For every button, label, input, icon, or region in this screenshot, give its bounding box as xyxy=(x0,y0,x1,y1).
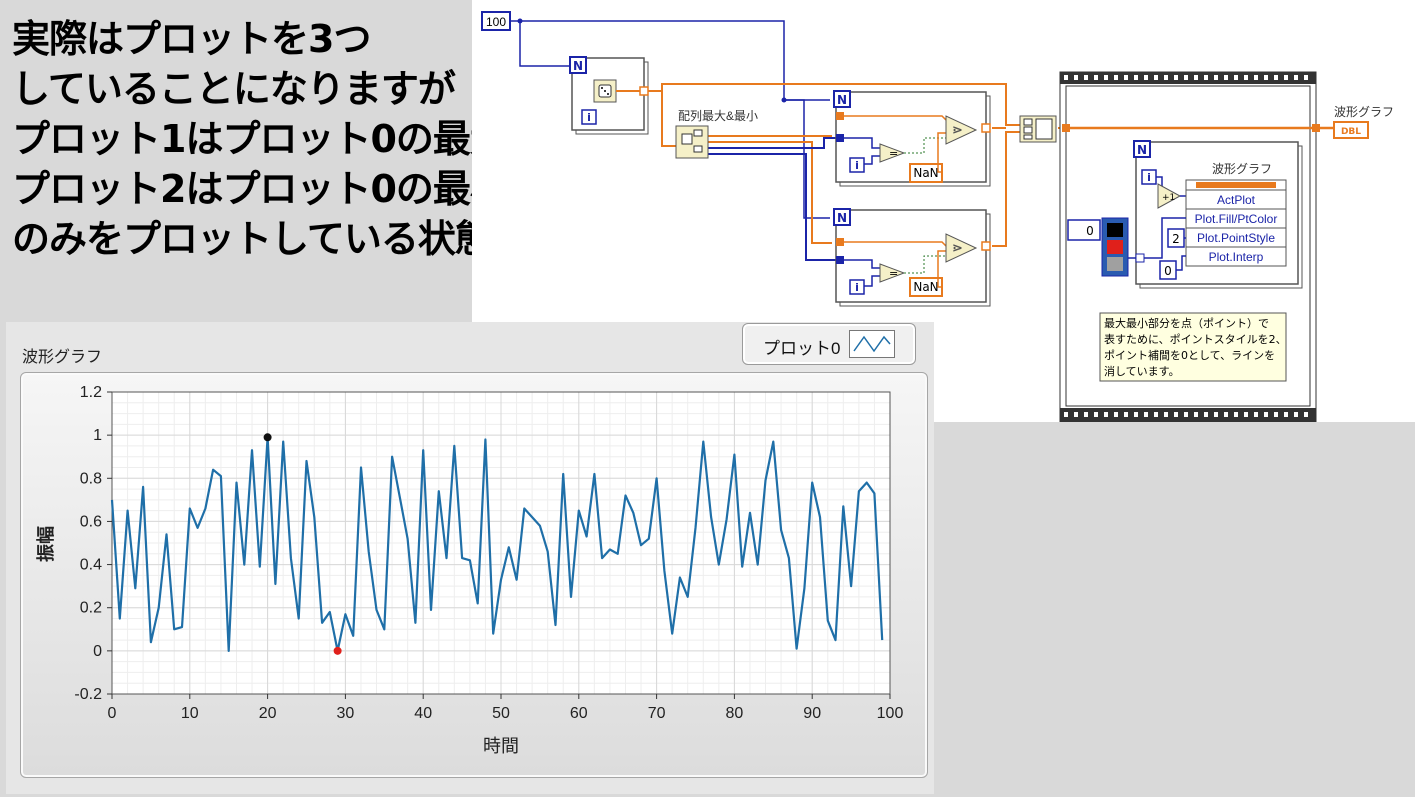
svg-text:i: i xyxy=(855,159,859,172)
svg-text:N: N xyxy=(837,93,847,107)
waveform-graph[interactable]: -0.2 0 0.2 0.4 0.6 0.8 1 1.2 0 10 20 30 40 50 60 70 80 9… xyxy=(20,372,926,776)
x-tick-label: 50 xyxy=(492,705,510,722)
property-interp: Plot.Interp xyxy=(1209,250,1264,264)
x-tick-label: 10 xyxy=(181,705,199,722)
svg-text:最大最小部分を点（ポイント）で: 最大最小部分を点（ポイント）で xyxy=(1104,316,1269,330)
point-min xyxy=(333,646,342,655)
svg-text:NaN: NaN xyxy=(913,166,938,180)
svg-text:+1: +1 xyxy=(1162,193,1175,203)
caption-line-3: プロット1はプロット0の最大 xyxy=(12,117,508,161)
x-ticks: 0 10 20 30 40 50 60 70 80 90 100 xyxy=(108,694,904,722)
svg-text:N: N xyxy=(837,211,847,225)
caption-text: 実際はプロットを3つ していることになりますが プロット1はプロット0の最大 プ… xyxy=(12,14,600,264)
svg-text:配列最大&最小: 配列最大&最小 xyxy=(678,109,758,123)
for-loop-min[interactable]: N i = NaN ⋗ xyxy=(833,208,991,307)
x-tick-label: 0 xyxy=(108,705,117,722)
svg-text:N: N xyxy=(1137,143,1147,157)
caption-line-2: していることになりますが xyxy=(12,67,456,111)
svg-text:i: i xyxy=(1147,171,1151,184)
y-tick-label: 0.2 xyxy=(80,600,102,617)
y-axis-label: 振幅 xyxy=(35,526,57,562)
comment-note: 最大最小部分を点（ポイント）で 表すために、ポイントスタイルを2、 ポイント補間… xyxy=(1099,312,1287,382)
for-loop-max[interactable]: N i = NaN ⋗ xyxy=(833,90,991,187)
point-max xyxy=(263,433,272,442)
svg-text:消しています。: 消しています。 xyxy=(1104,364,1180,378)
svg-text:=: = xyxy=(889,267,898,280)
legend-plot-name: プロット0 xyxy=(763,339,841,358)
x-tick-label: 80 xyxy=(726,705,744,722)
x-tick-label: 30 xyxy=(337,705,355,722)
svg-text:i: i xyxy=(587,111,591,124)
svg-text:波形グラフ: 波形グラフ xyxy=(1334,105,1394,119)
y-tick-label: 1.2 xyxy=(80,384,102,401)
caption-line-5: のみをプロットしている状態です。 xyxy=(12,217,600,261)
graph-label: 波形グラフ xyxy=(22,349,103,366)
y-tick-label: 0.8 xyxy=(80,470,102,487)
x-tick-label: 40 xyxy=(414,705,432,722)
x-axis-label: 時間 xyxy=(483,736,519,757)
svg-text:i: i xyxy=(855,281,859,294)
x-tick-label: 20 xyxy=(259,705,277,722)
for-loop-random[interactable]: N i xyxy=(569,56,649,135)
property-pointstyle: Plot.PointStyle xyxy=(1197,231,1275,245)
x-tick-label: 90 xyxy=(803,705,821,722)
svg-text:2: 2 xyxy=(1172,232,1180,246)
caption-line-1: 実際はプロットを3つ xyxy=(12,17,371,61)
y-tick-label: 0.4 xyxy=(80,557,102,574)
svg-text:ポイント補間を0として、ラインを: ポイント補間を0として、ラインを xyxy=(1104,349,1275,362)
svg-text:波形グラフ: 波形グラフ xyxy=(1212,162,1272,176)
svg-text:N: N xyxy=(573,59,583,73)
caption-line-4: プロット2はプロット0の最小 xyxy=(12,167,508,211)
legend-plot-swatch[interactable] xyxy=(849,330,895,358)
y-tick-label: 0.6 xyxy=(80,513,102,530)
svg-text:0: 0 xyxy=(1086,224,1094,238)
x-tick-label: 60 xyxy=(570,705,588,722)
x-tick-label: 70 xyxy=(648,705,666,722)
svg-text:⋗: ⋗ xyxy=(952,241,963,256)
svg-text:⋗: ⋗ xyxy=(952,123,963,138)
svg-text:100: 100 xyxy=(486,15,506,29)
svg-text:NaN: NaN xyxy=(913,280,938,294)
y-tick-label: 0 xyxy=(93,643,102,660)
svg-text:0: 0 xyxy=(1164,264,1172,278)
numeric-constant-100[interactable]: 100 xyxy=(481,11,511,31)
property-fill-ptcolor: Plot.Fill/PtColor xyxy=(1195,212,1278,226)
property-actplot: ActPlot xyxy=(1217,193,1256,207)
build-array-node[interactable] xyxy=(1019,115,1057,143)
plot-legend[interactable]: プロット0 xyxy=(742,323,916,365)
dice-icon xyxy=(598,84,612,98)
y-tick-label: -0.2 xyxy=(74,686,102,703)
svg-text:=: = xyxy=(889,147,898,160)
for-loop-properties[interactable]: N i +1 波形グラフ ActPlot Plot.Fill/PtColor P… xyxy=(1133,140,1303,289)
svg-text:DBL: DBL xyxy=(1341,127,1361,137)
svg-text:表すために、ポイントスタイルを2、: 表すために、ポイントスタイルを2、 xyxy=(1104,332,1287,346)
x-tick-label: 100 xyxy=(877,705,904,722)
y-ticks: -0.2 0 0.2 0.4 0.6 0.8 1 1.2 xyxy=(74,384,112,703)
y-tick-label: 1 xyxy=(93,427,102,444)
